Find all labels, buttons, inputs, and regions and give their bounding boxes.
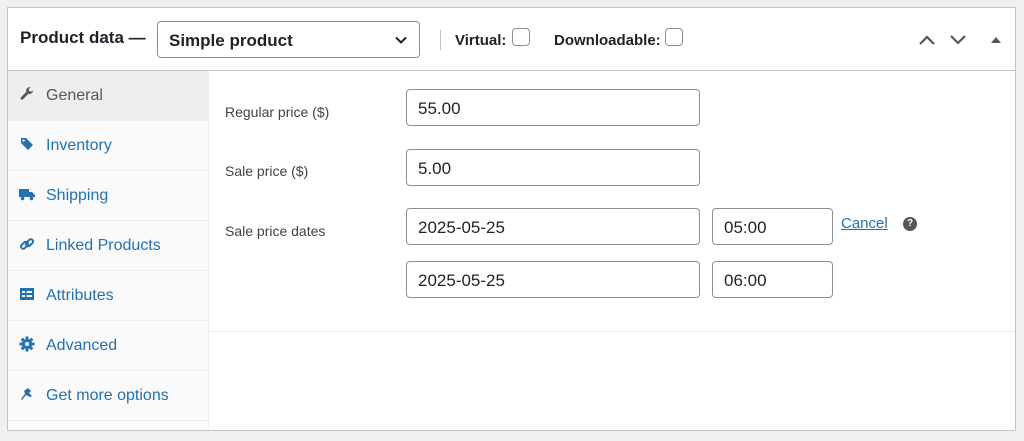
tab-general-label: General — [46, 87, 103, 104]
tab-advanced-label: Advanced — [46, 337, 118, 354]
product-data-header: Product data — Simple product Virtual: D… — [8, 8, 1015, 71]
cancel-schedule-link[interactable]: Cancel — [841, 215, 888, 232]
wrench-icon — [20, 87, 33, 100]
header-divider — [440, 30, 441, 50]
tab-advanced[interactable]: Advanced — [8, 321, 208, 371]
tab-inventory-label: Inventory — [46, 137, 112, 154]
downloadable-label: Downloadable: — [554, 32, 661, 49]
tab-get-more-options-label: Get more options — [46, 387, 169, 404]
tab-shipping[interactable]: Shipping — [8, 171, 208, 221]
product-type-value: Simple product — [169, 31, 293, 50]
downloadable-checkbox[interactable] — [665, 28, 683, 46]
collapse-toggle-icon[interactable] — [986, 31, 1006, 49]
sale-price-value: 5.00 — [418, 159, 452, 178]
virtual-label: Virtual: — [455, 32, 507, 49]
tab-linked-products[interactable]: Linked Products — [8, 221, 208, 271]
list-card-icon — [20, 288, 34, 300]
regular-price-label: Regular price ($) — [225, 104, 330, 120]
sale-from-date-input[interactable]: 2025-05-25 — [406, 208, 700, 245]
tab-linked-products-label: Linked Products — [46, 237, 161, 254]
move-up-icon[interactable] — [917, 31, 937, 49]
product-data-title: Product data — — [20, 28, 146, 47]
tab-attributes[interactable]: Attributes — [8, 271, 208, 321]
sale-from-time-value: 05:00 — [724, 218, 767, 237]
sale-to-date-input[interactable]: 2025-05-25 — [406, 261, 700, 298]
sale-from-date-value: 2025-05-25 — [418, 218, 505, 237]
tab-general[interactable]: General — [8, 71, 208, 121]
virtual-checkbox[interactable] — [512, 28, 530, 46]
regular-price-value: 55.00 — [418, 99, 461, 118]
tab-inventory[interactable]: Inventory — [8, 121, 208, 171]
gear-icon — [19, 336, 35, 352]
help-icon[interactable]: ? — [903, 217, 917, 231]
tab-attributes-label: Attributes — [46, 287, 114, 304]
sale-price-input[interactable]: 5.00 — [406, 149, 700, 186]
general-panel: Regular price ($) 55.00 Sale price ($) 5… — [209, 71, 1015, 332]
sale-price-label: Sale price ($) — [225, 163, 309, 179]
plugin-icon — [21, 388, 32, 400]
sale-from-time-input[interactable]: 05:00 — [712, 208, 833, 245]
regular-price-input[interactable]: 55.00 — [406, 89, 700, 126]
sale-to-time-value: 06:00 — [724, 271, 767, 290]
tag-icon — [21, 138, 33, 150]
sale-price-dates-label: Sale price dates — [225, 223, 326, 239]
sale-to-date-value: 2025-05-25 — [418, 271, 505, 290]
product-type-select[interactable]: Simple product — [157, 21, 420, 58]
link-icon — [20, 238, 35, 250]
truck-icon — [19, 189, 35, 201]
tab-shipping-label: Shipping — [46, 187, 109, 204]
chevron-down-icon — [395, 36, 407, 44]
move-down-icon[interactable] — [948, 31, 968, 49]
sale-to-time-input[interactable]: 06:00 — [712, 261, 833, 298]
product-data-tabs: General Inventory Shipping Linked Produc… — [8, 71, 209, 430]
product-data-panel: Product data — Simple product Virtual: D… — [7, 7, 1016, 431]
tab-get-more-options[interactable]: Get more options — [8, 371, 208, 421]
